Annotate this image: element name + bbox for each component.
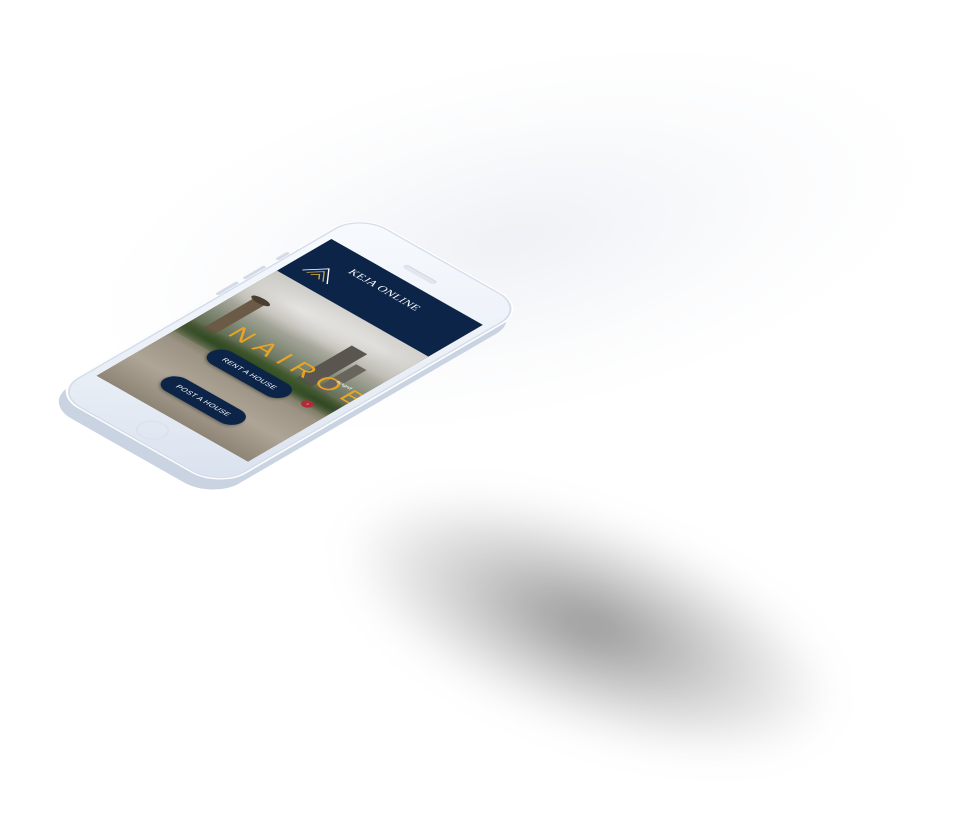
phone-shadow: [309, 437, 871, 813]
home-button[interactable]: [128, 416, 177, 444]
house-roof-chevron-icon: [302, 268, 330, 285]
post-house-button[interactable]: POST A HOUSE: [154, 372, 253, 429]
